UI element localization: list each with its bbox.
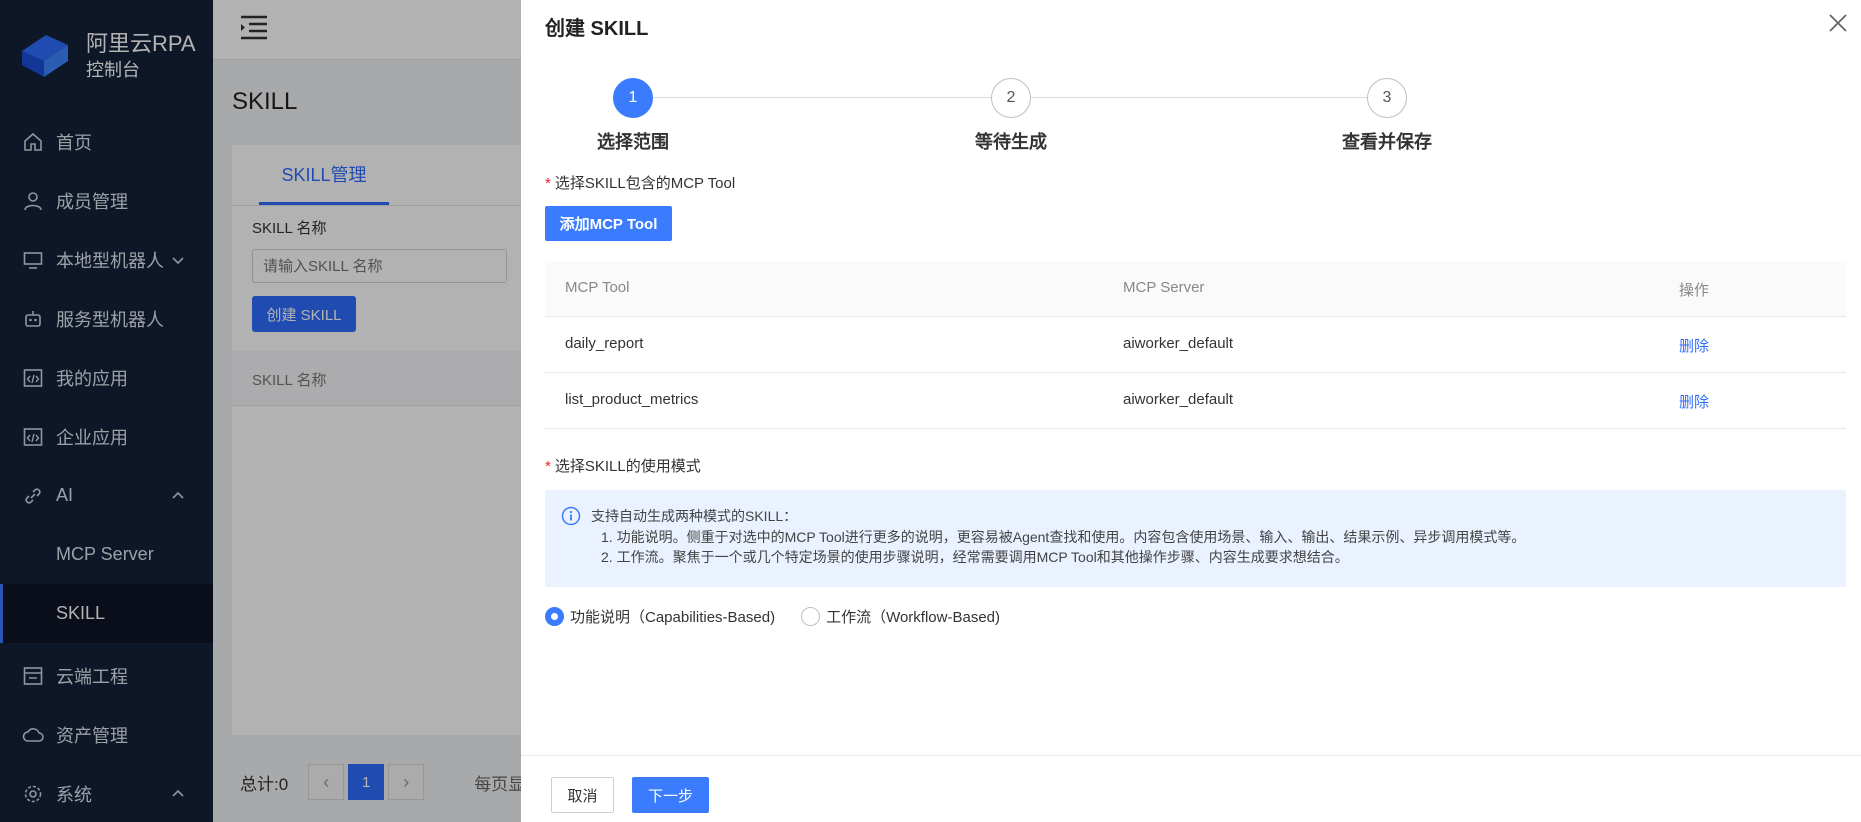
table-row: list_product_metrics aiworker_default 删除 xyxy=(545,373,1846,429)
radio-capabilities[interactable]: 功能说明（Capabilities-Based) xyxy=(545,606,775,627)
radio-dot[interactable] xyxy=(801,607,821,626)
next-step-button[interactable]: 下一步 xyxy=(632,777,709,813)
tool-section-label-text: 选择SKILL包含的MCP Tool xyxy=(554,175,736,192)
table-header-row: MCP Tool MCP Server 操作 xyxy=(545,261,1846,317)
info-line: 1. 功能说明。侧重于对选中的MCP Tool进行更多的说明，更容易被Agent… xyxy=(601,529,1526,545)
step-3-label: 查看并保存 xyxy=(1342,132,1432,152)
step-1-label: 选择范围 xyxy=(597,132,669,152)
radio-label: 工作流（Workflow-Based) xyxy=(826,609,1000,626)
delete-link[interactable]: 删除 xyxy=(1679,335,1709,356)
info-icon xyxy=(561,506,581,526)
required-asterisk: * xyxy=(545,458,551,475)
info-line: 支持自动生成两种模式的SKILL： xyxy=(591,508,798,524)
mode-section-label: * 选择SKILL的使用模式 xyxy=(545,455,701,476)
close-icon[interactable] xyxy=(1825,10,1851,36)
drawer-footer: 取消 下一步 xyxy=(521,755,1861,822)
server-name: aiworker_default xyxy=(1123,391,1234,408)
radio-dot[interactable] xyxy=(545,607,564,626)
mcp-tool-table: MCP Tool MCP Server 操作 daily_report aiwo… xyxy=(545,261,1846,429)
info-alert: 支持自动生成两种模式的SKILL： 1. 功能说明。侧重于对选中的MCP Too… xyxy=(545,490,1846,587)
step-2-circle: 2 xyxy=(991,78,1031,118)
step-3-circle: 3 xyxy=(1367,78,1407,118)
column-header-server: MCP Server xyxy=(1123,279,1205,296)
column-header-action: 操作 xyxy=(1679,282,1710,299)
required-asterisk: * xyxy=(545,175,551,192)
step-connector xyxy=(1031,97,1367,98)
server-name: aiworker_default xyxy=(1123,335,1234,352)
tool-section-label: * 选择SKILL包含的MCP Tool xyxy=(545,172,735,193)
radio-workflow[interactable]: 工作流（Workflow-Based) xyxy=(801,606,1000,627)
info-line: 2. 工作流。聚焦于一个或几个特定场景的使用步骤说明，经常需要调用MCP Too… xyxy=(601,549,1349,565)
tool-name: list_product_metrics xyxy=(565,391,699,408)
radio-label: 功能说明（Capabilities-Based) xyxy=(570,609,776,626)
step-1-circle: 1 xyxy=(613,78,653,118)
table-row: daily_report aiworker_default 删除 xyxy=(545,317,1846,373)
cancel-button[interactable]: 取消 xyxy=(551,777,614,813)
step-connector xyxy=(653,97,991,98)
delete-link[interactable]: 删除 xyxy=(1679,391,1709,412)
mode-section-label-text: 选择SKILL的使用模式 xyxy=(554,458,701,475)
column-header-tool: MCP Tool xyxy=(565,279,630,296)
mode-radio-group: 功能说明（Capabilities-Based) 工作流（Workflow-Ba… xyxy=(545,606,1026,627)
drawer-title: 创建 SKILL xyxy=(545,18,649,40)
stepper: 1 2 3 选择范围 等待生成 查看并保存 xyxy=(521,78,1861,158)
add-mcp-tool-button[interactable]: 添加MCP Tool xyxy=(545,206,672,241)
create-skill-drawer: 创建 SKILL 1 2 3 选择范围 等待生成 查看并保存 * 选择SKILL包… xyxy=(521,0,1861,822)
tool-name: daily_report xyxy=(565,335,644,352)
step-2-label: 等待生成 xyxy=(975,132,1047,152)
